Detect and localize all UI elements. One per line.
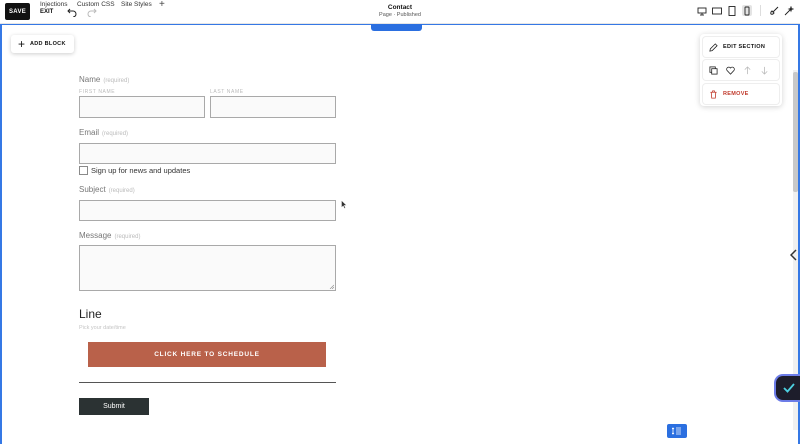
trash-icon — [710, 89, 717, 99]
email-required-text: (required) — [102, 131, 129, 137]
duplicate-icon[interactable] — [709, 65, 718, 75]
heart-icon[interactable] — [726, 66, 735, 75]
form-divider — [79, 382, 336, 383]
message-label: Message (required) — [79, 231, 140, 240]
section-options-panel: EDIT SECTION REMOVE — [700, 34, 782, 106]
checkmark-widget-icon[interactable] — [776, 376, 800, 400]
mouse-cursor-icon — [341, 196, 347, 214]
redo-icon[interactable] — [87, 7, 97, 20]
name-label: Name (required) — [79, 75, 129, 84]
first-name-field[interactable] — [79, 96, 205, 118]
scrollbar-thumb[interactable] — [793, 72, 798, 192]
tablet-landscape-icon[interactable] — [712, 5, 722, 16]
chevron-left-icon[interactable] — [789, 249, 798, 264]
last-name-label: LAST NAME — [210, 89, 244, 95]
list-settings-icon[interactable] — [667, 424, 687, 438]
remove-section-button[interactable]: REMOVE — [703, 84, 779, 104]
add-panel-icon[interactable]: + — [159, 0, 165, 10]
mobile-icon[interactable] — [742, 5, 752, 16]
page-title: Contact — [387, 4, 413, 11]
move-down-icon[interactable] — [760, 66, 769, 75]
submit-button[interactable]: Submit — [79, 398, 149, 415]
schedule-button[interactable]: CLICK HERE TO SCHEDULE — [88, 342, 326, 367]
subject-label: Subject (required) — [79, 185, 135, 194]
first-name-label: FIRST NAME — [79, 89, 116, 95]
resize-handle-icon[interactable] — [329, 284, 334, 289]
email-label: Email (required) — [79, 128, 128, 137]
message-required-text: (required) — [114, 234, 141, 240]
editor-toolbar: SAVE EXIT Injections Custom CSS Site Sty… — [0, 0, 800, 24]
add-block-label: ADD BLOCK — [30, 41, 66, 47]
add-block-button[interactable]: + ADD BLOCK — [11, 35, 74, 53]
newsletter-label: Sign up for news and updates — [91, 166, 191, 175]
name-label-text: Name — [79, 75, 101, 84]
pencil-icon — [709, 42, 718, 52]
undo-icon[interactable] — [67, 7, 77, 20]
plus-icon: + — [18, 37, 26, 51]
section-action-row — [703, 60, 779, 80]
email-field[interactable] — [79, 143, 336, 164]
line-heading: Line — [79, 307, 102, 321]
subject-required-text: (required) — [108, 188, 135, 194]
paint-brush-icon[interactable] — [769, 5, 779, 16]
message-textarea[interactable] — [79, 245, 336, 291]
newsletter-checkbox[interactable] — [79, 166, 88, 175]
exit-button[interactable]: EXIT — [40, 9, 53, 15]
injections-link[interactable]: Injections — [40, 1, 67, 8]
page-status: Page · Published — [379, 12, 421, 18]
desktop-icon[interactable] — [697, 5, 707, 16]
email-label-text: Email — [79, 128, 100, 137]
section-drag-handle[interactable] — [371, 24, 422, 31]
move-up-icon[interactable] — [743, 65, 752, 75]
line-subtext: Pick your date/time — [79, 325, 126, 331]
last-name-field[interactable] — [210, 96, 336, 118]
edit-section-label: EDIT SECTION — [723, 44, 766, 50]
name-required-text: (required) — [103, 78, 130, 84]
magic-wand-icon[interactable] — [784, 5, 794, 16]
subject-label-text: Subject — [79, 185, 106, 194]
message-label-text: Message — [79, 231, 112, 240]
subject-field[interactable] — [79, 200, 336, 221]
remove-label: REMOVE — [723, 91, 749, 97]
site-styles-link[interactable]: Site Styles — [121, 1, 152, 8]
device-preview-group — [697, 5, 794, 16]
tablet-portrait-icon[interactable] — [727, 5, 737, 16]
edit-section-button[interactable]: EDIT SECTION — [703, 37, 779, 57]
toolbar-divider — [760, 5, 761, 16]
save-button[interactable]: SAVE — [5, 3, 30, 20]
